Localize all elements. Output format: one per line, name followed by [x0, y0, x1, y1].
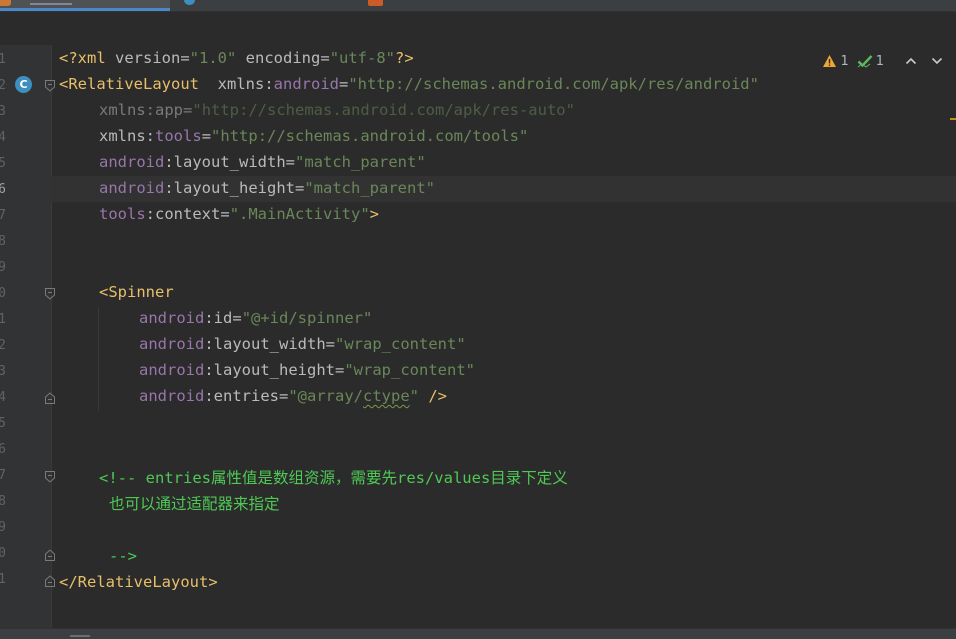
line-number: 9 — [0, 520, 6, 535]
chevron-up-icon[interactable] — [904, 54, 918, 68]
line-number: 4 — [0, 390, 6, 405]
line-number: 5 — [0, 156, 6, 171]
tab-label-fragment — [30, 3, 72, 5]
line-number: 8 — [0, 234, 6, 249]
line-number: 0 — [0, 546, 6, 561]
line-number: 7 — [0, 208, 6, 223]
code-line-1: <?xml version="1.0" encoding="utf-8"?> — [59, 49, 414, 67]
fold-end-icon[interactable] — [44, 391, 56, 405]
status-bar — [0, 628, 956, 639]
line-number: 1 — [0, 572, 6, 587]
line-number: 1 — [0, 52, 6, 67]
file-type-icon — [0, 0, 11, 6]
code-line-11: android:id="@+id/spinner" — [139, 309, 373, 327]
line-number: 3 — [0, 364, 6, 379]
warning-count[interactable]: 1 — [822, 54, 849, 69]
ok-count[interactable]: 1 — [857, 54, 884, 69]
fold-end-icon[interactable] — [44, 574, 56, 588]
editor-tab-active[interactable] — [0, 0, 170, 11]
code-line-6: android:layout_height="match_parent" — [99, 179, 435, 197]
code-line-14: android:entries="@array/ctype" /> — [139, 387, 448, 405]
line-number: 2 — [0, 338, 6, 353]
xml-comment: 也可以通过适配器来指定 — [109, 495, 280, 513]
line-number-current: 6 — [0, 182, 6, 197]
editor-tab-bar — [0, 0, 956, 12]
code-line-18: 也可以通过适配器来指定 — [109, 491, 280, 517]
xml-comment: <!-- entries属性值是数组资源，需要先res/values目录下定义 — [99, 469, 568, 487]
line-number-gutter: 1 2 3 4 5 6 7 8 9 0 1 2 3 4 5 6 7 8 9 0 … — [0, 45, 55, 628]
code-line-3: xmlns:app="http://schemas.android.com/ap… — [99, 101, 575, 119]
code-line-10: <Spinner — [99, 283, 174, 301]
line-number: 1 — [0, 312, 6, 327]
chevron-down-icon[interactable] — [930, 54, 944, 68]
typo-warning-squiggle[interactable]: ctype — [363, 387, 410, 405]
checkmark-icon — [857, 55, 873, 68]
code-line-4: xmlns:tools="http://schemas.android.com/… — [99, 127, 529, 145]
code-line-20: --> — [109, 543, 137, 569]
editor-tab-3[interactable] — [352, 0, 502, 11]
fold-collapse-icon[interactable] — [44, 79, 56, 93]
status-text-fragment — [70, 635, 90, 637]
xml-comment: --> — [109, 547, 137, 565]
line-number: 5 — [0, 416, 6, 431]
code-line-5: android:layout_width="match_parent" — [99, 153, 426, 171]
code-line-12: android:layout_width="wrap_content" — [139, 335, 466, 353]
inspection-widget[interactable]: 1 1 — [822, 50, 944, 72]
line-number: 4 — [0, 130, 6, 145]
code-line-17: <!-- entries属性值是数组资源，需要先res/values目录下定义 — [99, 465, 568, 491]
code-line-2: <RelativeLayout xmlns:android="http://sc… — [59, 75, 759, 93]
fold-collapse-icon[interactable] — [44, 470, 56, 484]
line-number: 0 — [0, 286, 6, 301]
line-number: 7 — [0, 468, 6, 483]
line-number: 9 — [0, 260, 6, 275]
fold-end-icon[interactable] — [44, 548, 56, 562]
file-type-icon — [184, 0, 195, 5]
editor-tab-2[interactable] — [171, 0, 351, 11]
line-number: 3 — [0, 104, 6, 119]
code-line-21: </RelativeLayout> — [59, 573, 218, 591]
file-type-icon — [368, 0, 383, 6]
class-c-icon[interactable]: C — [15, 76, 32, 93]
line-number: 8 — [0, 494, 6, 509]
code-line-13: android:layout_height="wrap_content" — [139, 361, 475, 379]
line-number: 2 — [0, 78, 6, 93]
warning-stripe-marker[interactable] — [950, 118, 956, 120]
warning-triangle-icon — [823, 55, 837, 67]
code-line-7: tools:context=".MainActivity"> — [99, 205, 380, 223]
fold-collapse-icon[interactable] — [44, 287, 56, 301]
code-editor[interactable]: <?xml version="1.0" encoding="utf-8"?> <… — [59, 45, 939, 621]
line-number: 6 — [0, 442, 6, 457]
